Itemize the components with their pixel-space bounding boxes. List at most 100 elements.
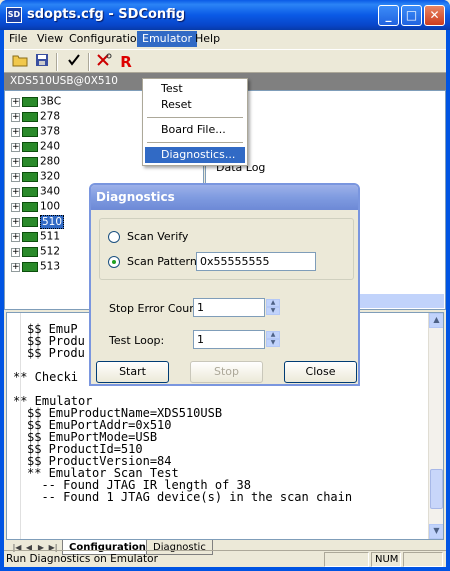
title-bar[interactable]: SD sdopts.cfg - SDConfig _ □ ✕ (0, 0, 450, 30)
menu-view[interactable]: View (32, 31, 68, 47)
tree-item[interactable]: +240 (11, 139, 60, 154)
tree-item[interactable]: +340 (11, 184, 60, 199)
menu-item-board-file[interactable]: Board File... (145, 122, 245, 138)
scroll-up-icon[interactable]: ▲ (429, 313, 443, 328)
status-cell (403, 552, 443, 567)
chip-icon (22, 187, 38, 197)
tree-item-label: 378 (40, 125, 61, 138)
expand-icon[interactable]: + (11, 187, 20, 197)
menu-item-test[interactable]: Test (145, 81, 245, 97)
chip-icon (22, 247, 38, 257)
menu-help[interactable]: Help (190, 31, 225, 47)
window-title: sdopts.cfg - SDConfig (27, 7, 186, 22)
close-button[interactable]: ✕ (424, 5, 445, 26)
test-loop-input[interactable]: 1 (193, 330, 265, 349)
tree-item[interactable]: +280 (11, 154, 60, 169)
tree-item-label: 513 (40, 260, 61, 273)
scroll-thumb[interactable] (430, 469, 443, 509)
tree-item-label: 3BC (40, 95, 62, 108)
stop-error-count-stepper[interactable]: ▲ ▼ (266, 299, 280, 316)
tree-item-label: 512 (40, 245, 61, 258)
tree-item-label: 100 (40, 200, 61, 213)
spin-down-icon[interactable]: ▼ (266, 307, 280, 315)
chip-icon (22, 217, 38, 227)
spin-up-icon[interactable]: ▲ (266, 331, 280, 339)
stop-error-count-input[interactable]: 1 (193, 298, 265, 317)
tree-item-label: 320 (40, 170, 61, 183)
vertical-scrollbar[interactable]: ▲ ▼ (428, 313, 443, 539)
tree-item-label: 340 (40, 185, 61, 198)
menu-bar: File View Configuration Emulator Help (4, 30, 446, 48)
scan-mode-group: Scan Verify Scan Pattern 0x55555555 (99, 218, 354, 280)
tree-item[interactable]: +513 (11, 259, 60, 274)
expand-icon[interactable]: + (11, 202, 20, 212)
expand-icon[interactable]: + (11, 172, 20, 182)
minimize-button[interactable]: _ (378, 5, 399, 26)
scan-verify-radio[interactable] (108, 231, 120, 243)
tree-item-label: 280 (40, 155, 61, 168)
dialog-title: Diagnostics (96, 190, 175, 204)
expand-icon[interactable]: + (11, 232, 20, 242)
tree-item[interactable]: +278 (11, 109, 60, 124)
num-lock-indicator: NUM (371, 552, 401, 567)
tree-item[interactable]: +512 (11, 244, 60, 259)
menu-item-diagnostics[interactable]: Diagnostics... (145, 147, 245, 163)
scan-pattern-label[interactable]: Scan Pattern (127, 255, 197, 268)
spin-up-icon[interactable]: ▲ (266, 299, 280, 307)
tree-item-label: 511 (40, 230, 61, 243)
chip-icon (22, 202, 38, 212)
dialog-title-bar[interactable]: Diagnostics (91, 185, 358, 210)
scan-pattern-input[interactable]: 0x55555555 (196, 252, 316, 271)
menu-emulator[interactable]: Emulator (137, 31, 197, 47)
spin-down-icon[interactable]: ▼ (266, 339, 280, 347)
expand-icon[interactable]: + (11, 157, 20, 167)
cut-icon[interactable] (94, 53, 114, 71)
chip-icon (22, 157, 38, 167)
diagnostics-dialog: Diagnostics Scan Verify Scan Pattern 0x5… (89, 183, 360, 386)
test-loop-stepper[interactable]: ▲ ▼ (266, 331, 280, 348)
chip-icon (22, 232, 38, 242)
tree-item[interactable]: +511 (11, 229, 60, 244)
chip-icon (22, 97, 38, 107)
status-bar: Run Diagnostics on Emulator NUM (4, 550, 446, 567)
chip-icon (22, 112, 38, 122)
menu-configuration[interactable]: Configuration (64, 31, 149, 47)
start-button[interactable]: Start (96, 361, 169, 383)
open-folder-icon[interactable] (10, 53, 30, 71)
menu-separator (147, 117, 243, 118)
tree-item-label: 278 (40, 110, 61, 123)
tree-item[interactable]: +100 (11, 199, 60, 214)
tree-item[interactable]: +378 (11, 124, 60, 139)
expand-icon[interactable]: + (11, 262, 20, 272)
menu-file[interactable]: File (4, 31, 32, 47)
check-icon[interactable] (64, 53, 84, 71)
tree-item-selected[interactable]: +510 (11, 214, 65, 229)
scan-pattern-radio[interactable] (108, 256, 120, 268)
expand-icon[interactable]: + (11, 127, 20, 137)
chip-icon (22, 262, 38, 272)
test-loop-label: Test Loop: (109, 334, 165, 347)
output-line: ** Checki (13, 370, 79, 384)
tree-item[interactable]: +3BC (11, 94, 61, 109)
chip-icon (22, 127, 38, 137)
maximize-button[interactable]: □ (401, 5, 422, 26)
output-line: $$ Produ (27, 346, 85, 360)
reset-r-icon[interactable]: R (116, 53, 136, 71)
chip-icon (22, 172, 38, 182)
toolbar-separator (88, 53, 90, 71)
expand-icon[interactable]: + (11, 217, 20, 227)
menu-item-reset[interactable]: Reset (145, 97, 245, 113)
app-icon: SD (6, 7, 22, 23)
close-dialog-button[interactable]: Close (284, 361, 357, 383)
expand-icon[interactable]: + (11, 97, 20, 107)
tree-item[interactable]: +320 (11, 169, 60, 184)
save-icon[interactable] (32, 53, 52, 71)
tree-item-label: 240 (40, 140, 61, 153)
scan-verify-label[interactable]: Scan Verify (127, 230, 188, 243)
scroll-down-icon[interactable]: ▼ (429, 524, 443, 539)
expand-icon[interactable]: + (11, 247, 20, 257)
stop-error-count-label: Stop Error Count: (109, 302, 205, 315)
expand-icon[interactable]: + (11, 112, 20, 122)
stop-button[interactable]: Stop (190, 361, 263, 383)
expand-icon[interactable]: + (11, 142, 20, 152)
